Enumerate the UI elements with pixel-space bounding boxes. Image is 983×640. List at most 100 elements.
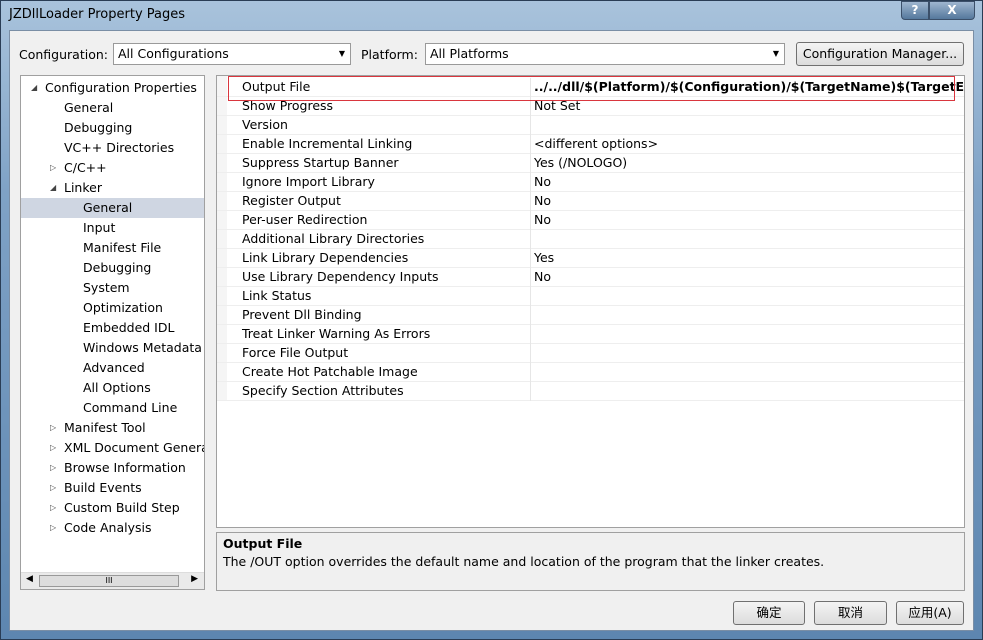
property-value[interactable]: No [534,173,551,191]
collapsed-arrow-icon[interactable]: ▷ [50,498,56,518]
configuration-value: All Configurations [118,46,229,61]
property-value[interactable]: No [534,192,551,210]
collapsed-arrow-icon[interactable]: ▷ [50,518,56,538]
property-name: Force File Output [242,345,349,360]
tree-item[interactable]: ▷ Build Events [21,478,204,498]
tree-item-label: General [64,100,114,115]
tree-item-label: Linker [64,180,102,195]
tree-item[interactable]: Debugging [21,118,204,138]
tree-item-label: Advanced [83,360,145,375]
property-row[interactable]: Link Status [217,287,964,306]
tree-item[interactable]: Debugging [21,258,204,278]
apply-button[interactable]: 应用(A) [896,601,964,625]
property-grid[interactable]: Output File ../../dll/$(Platform)/$(Confi… [216,75,965,528]
property-row[interactable]: Version [217,116,964,135]
column-divider [530,173,531,192]
property-row[interactable]: Use Library Dependency Inputs No [217,268,964,287]
property-value[interactable]: Yes (/NOLOGO) [534,154,627,172]
tree-item[interactable]: ▷ XML Document Generat [21,438,204,458]
collapsed-arrow-icon[interactable]: ▷ [50,158,56,178]
property-value[interactable]: No [534,211,551,229]
configuration-label: Configuration: [19,47,108,62]
property-row[interactable]: Enable Incremental Linking <different opt… [217,135,964,154]
tree-item-label: Debugging [64,120,133,135]
description-text: The /OUT option overrides the default na… [223,554,825,569]
collapsed-arrow-icon[interactable]: ▷ [50,438,56,458]
tree-item-label: Build Events [64,480,142,495]
property-value[interactable]: No [534,268,551,286]
expanded-arrow-icon[interactable]: ◢ [50,178,56,198]
property-name: Treat Linker Warning As Errors [242,326,431,341]
column-divider [530,306,531,325]
property-row[interactable]: Treat Linker Warning As Errors [217,325,964,344]
window-title: JZDllLoader Property Pages [9,7,186,22]
property-name: Prevent Dll Binding [242,307,362,322]
property-row[interactable]: Create Hot Patchable Image [217,363,964,382]
column-divider [530,325,531,344]
property-name: Suppress Startup Banner [242,155,399,170]
tree-item[interactable]: General [21,198,204,218]
tree-item[interactable]: ◢ Configuration Properties [21,78,204,98]
scroll-right-icon[interactable]: ▶ [191,574,198,584]
tree-item[interactable]: Command Line [21,398,204,418]
platform-label: Platform: [361,47,418,62]
property-row[interactable]: Additional Library Directories [217,230,964,249]
column-divider [530,135,531,154]
tree-item[interactable]: VC++ Directories [21,138,204,158]
tree-item[interactable]: ◢ Linker [21,178,204,198]
scrollbar-thumb[interactable]: III [39,575,179,587]
tree-item[interactable]: General [21,98,204,118]
property-tree[interactable]: ▷ Code Analysis ▷ Custom Build Step ▷ Build E… [20,75,205,590]
property-row[interactable]: Per-user Redirection No [217,211,964,230]
tree-item[interactable]: ▷ Custom Build Step [21,498,204,518]
property-row[interactable]: Register Output No [217,192,964,211]
tree-item[interactable]: System [21,278,204,298]
property-row[interactable]: Link Library Dependencies Yes [217,249,964,268]
property-row[interactable]: Prevent Dll Binding [217,306,964,325]
column-divider [530,116,531,135]
tree-item-label: Manifest File [83,240,162,255]
cancel-button[interactable]: 取消 [814,601,887,625]
column-divider [530,268,531,287]
tree-item[interactable]: Embedded IDL [21,318,204,338]
property-name: Enable Incremental Linking [242,136,413,151]
property-row[interactable]: Specify Section Attributes [217,382,964,401]
property-row[interactable]: Force File Output [217,344,964,363]
property-row[interactable]: Suppress Startup Banner Yes (/NOLOGO) [217,154,964,173]
collapsed-arrow-icon[interactable]: ▷ [50,478,56,498]
configuration-select[interactable]: All Configurations ▼ [113,43,351,65]
tree-item-label: Custom Build Step [64,500,180,515]
help-button[interactable]: ? [901,1,929,20]
collapsed-arrow-icon[interactable]: ▷ [50,418,56,438]
collapsed-arrow-icon[interactable]: ▷ [50,458,56,478]
property-value[interactable]: Yes [534,249,554,267]
tree-item-label: VC++ Directories [64,140,175,155]
platform-select[interactable]: All Platforms ▼ [425,43,785,65]
tree-item[interactable]: Advanced [21,358,204,378]
tree-horizontal-scrollbar[interactable]: ◀ III ▶ [21,572,204,589]
property-name: Create Hot Patchable Image [242,364,418,379]
tree-item[interactable]: ▷ C/C++ [21,158,204,178]
output-file-highlight [228,76,955,101]
scroll-left-icon[interactable]: ◀ [26,574,33,584]
close-button[interactable]: X [929,1,975,20]
tree-item[interactable]: ▷ Browse Information [21,458,204,478]
property-name: Link Status [242,288,312,303]
tree-item[interactable]: Input [21,218,204,238]
tree-item[interactable]: All Options [21,378,204,398]
expanded-arrow-icon[interactable]: ◢ [31,78,37,98]
tree-item[interactable]: ▷ Code Analysis [21,518,204,538]
ok-button[interactable]: 确定 [733,601,805,625]
description-title: Output File [223,536,303,551]
property-name: Ignore Import Library [242,174,375,189]
configuration-manager-button[interactable]: Configuration Manager... [796,42,964,66]
column-divider [530,211,531,230]
column-divider [530,154,531,173]
dropdown-arrow-icon: ▼ [338,49,345,58]
tree-item[interactable]: Optimization [21,298,204,318]
property-value[interactable]: <different options> [534,135,658,153]
tree-item[interactable]: Windows Metadata [21,338,204,358]
tree-item[interactable]: ▷ Manifest Tool [21,418,204,438]
property-row[interactable]: Ignore Import Library No [217,173,964,192]
tree-item[interactable]: Manifest File [21,238,204,258]
